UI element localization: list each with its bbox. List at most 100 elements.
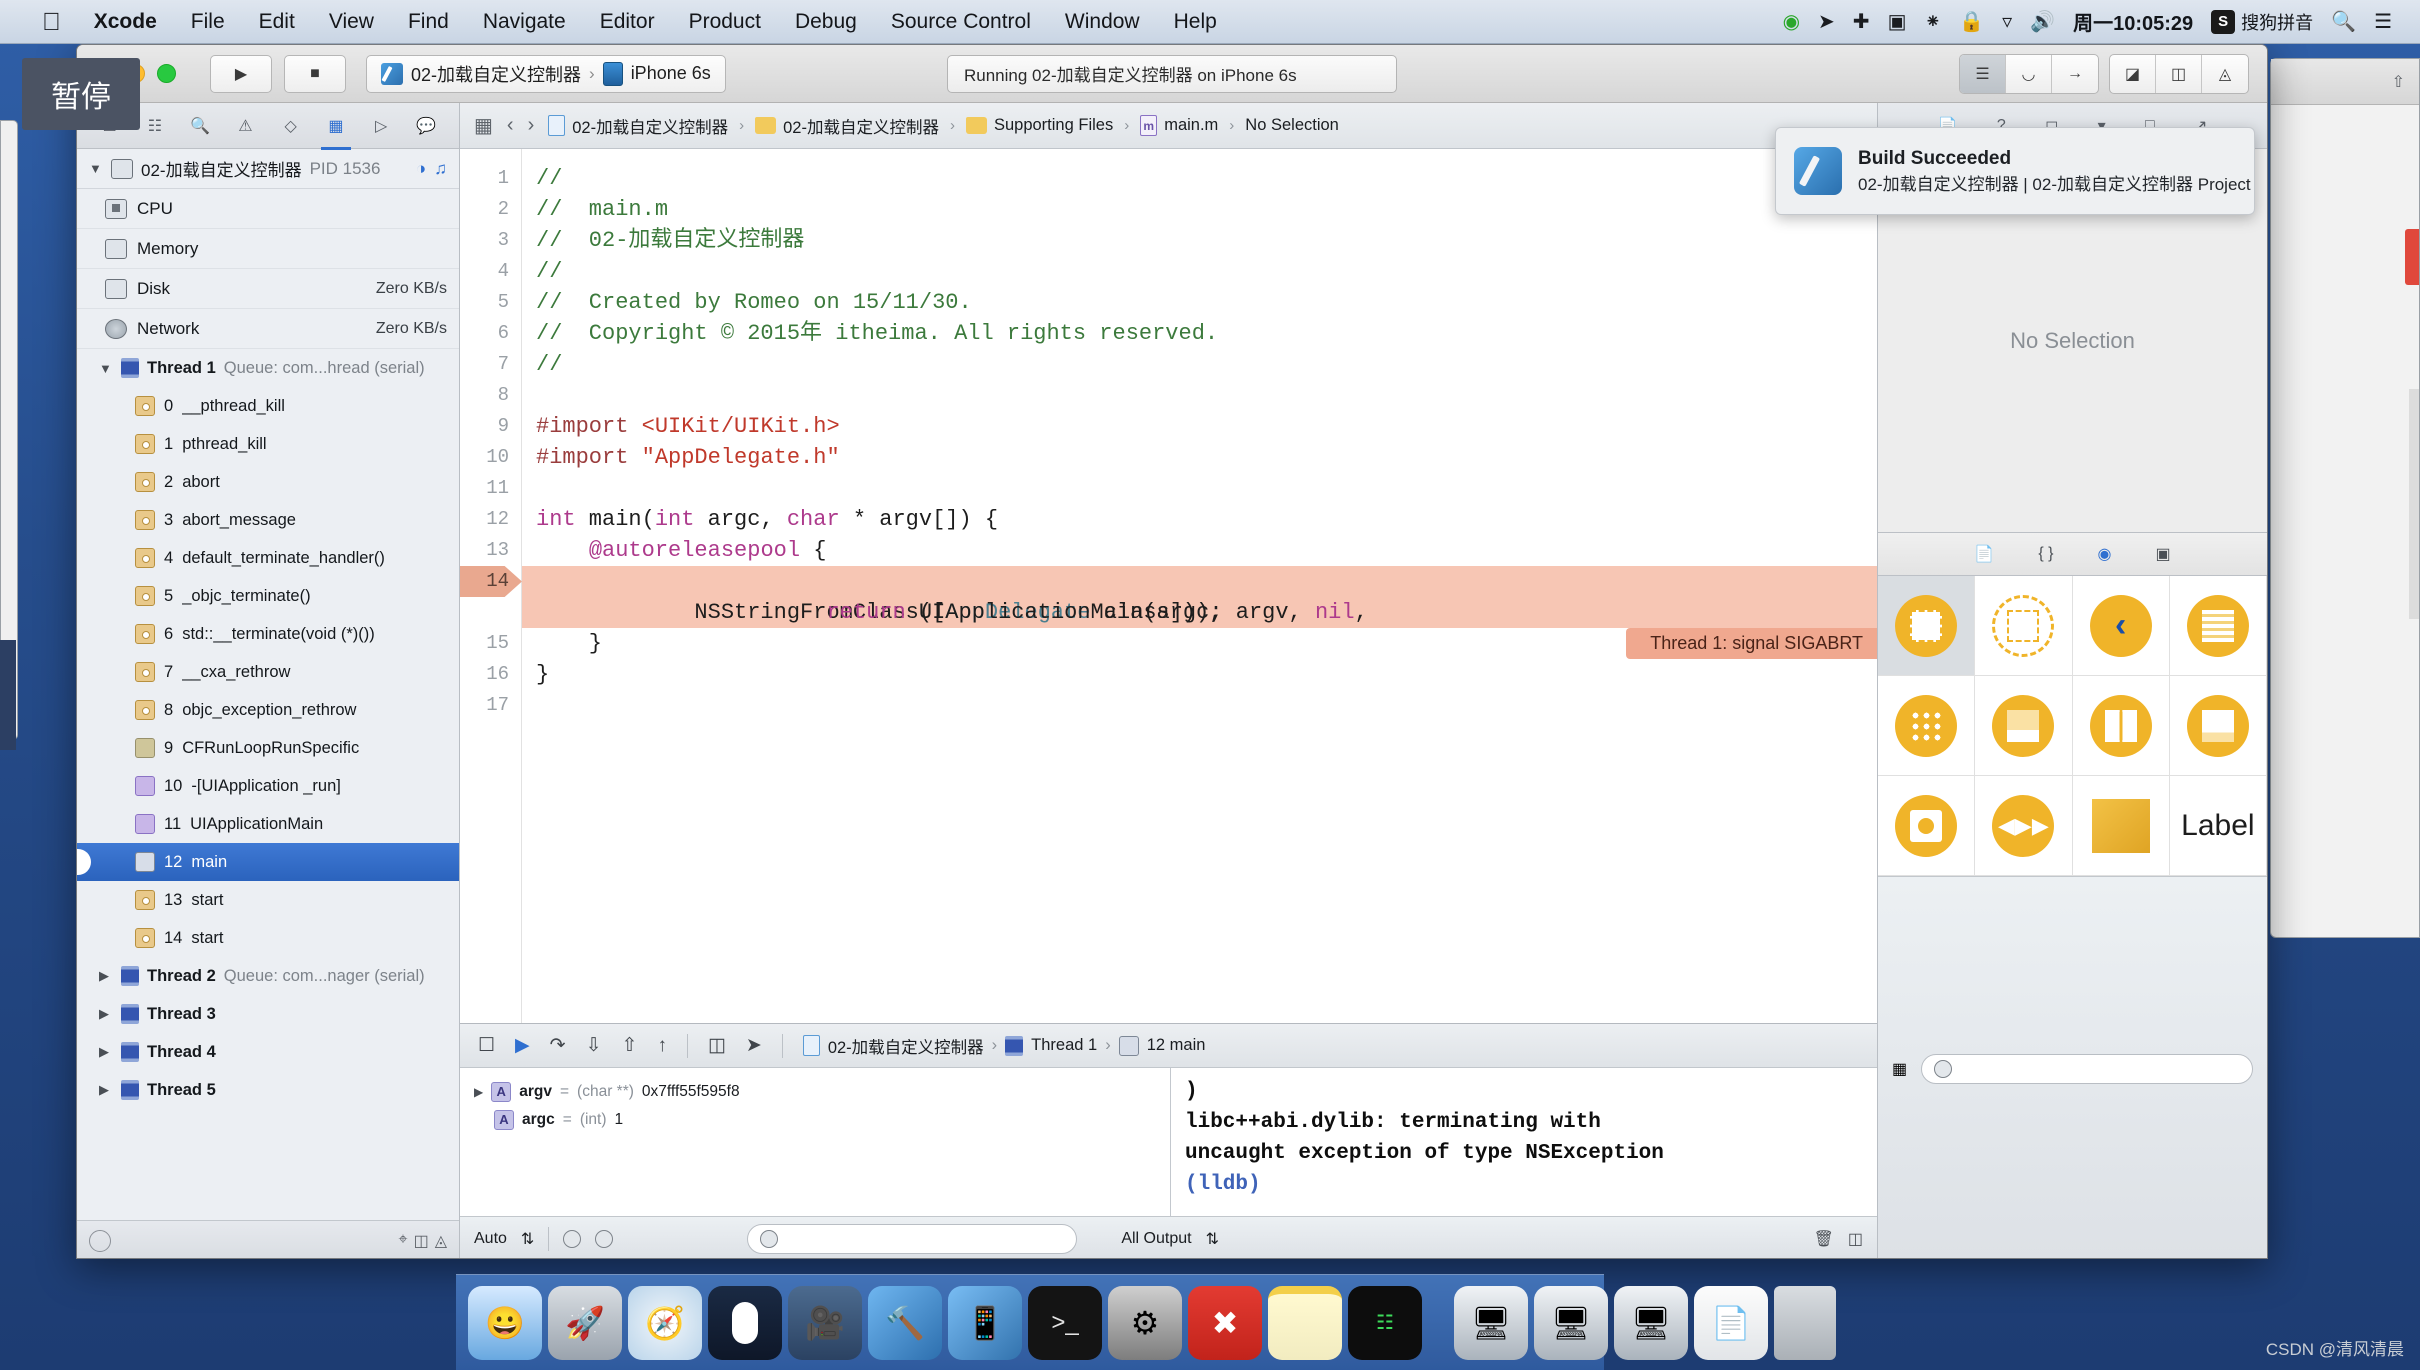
- console-output-chevron-icon[interactable]: ⇅: [1206, 1229, 1219, 1249]
- breadcrumb-group[interactable]: 02-加载自定义控制器: [783, 114, 939, 138]
- menu-item-window[interactable]: Window: [1048, 0, 1157, 44]
- code-text[interactable]: // // main.m // 02-加载自定义控制器 // // Create…: [522, 149, 1877, 1023]
- stack-frame-12-selected[interactable]: 12 main: [77, 843, 459, 881]
- search-icon[interactable]: 🔍: [2331, 0, 2356, 44]
- debug-toggle-icon[interactable]: ◫: [2156, 54, 2202, 93]
- library-item-glkit-view-controller[interactable]: [1878, 776, 1976, 876]
- dock-item-launchpad[interactable]: 🚀: [548, 1285, 622, 1360]
- menu-item-xcode[interactable]: Xcode: [77, 0, 174, 44]
- breadcrumb-file[interactable]: main.m: [1164, 116, 1218, 135]
- step-into-icon[interactable]: ⇩: [586, 1034, 602, 1057]
- thread3-disclosure-icon[interactable]: ▶: [99, 1006, 113, 1022]
- dock-item-quicktime[interactable]: 🎥: [788, 1285, 862, 1360]
- location-icon[interactable]: ➤: [1818, 0, 1835, 44]
- record-icon[interactable]: ◉: [1783, 0, 1800, 44]
- code-editor[interactable]: 1 2 3 4 5 6 7 8 9 10 11 12 13 14 15 16 1…: [460, 149, 1877, 1023]
- stack-frame-13[interactable]: 13 start: [77, 881, 459, 919]
- menu-item-view[interactable]: View: [312, 0, 391, 44]
- dock-item-xmind[interactable]: ✖: [1188, 1285, 1262, 1360]
- menu-item-help[interactable]: Help: [1157, 0, 1234, 44]
- line-number-breakpoint[interactable]: 14: [460, 566, 522, 597]
- library-item-avkit-player-controller[interactable]: ◀▶▶: [1975, 776, 2073, 876]
- gauge-row-memory[interactable]: Memory: [77, 229, 459, 269]
- object-library-icon[interactable]: ◉: [2097, 544, 2111, 564]
- dock-item-simulator[interactable]: 📱: [948, 1285, 1022, 1360]
- library-item-collection-view-controller[interactable]: [1878, 676, 1976, 776]
- airplay-icon[interactable]: ✚: [1853, 0, 1870, 44]
- scheme-selector[interactable]: 02-加载自定义控制器 › iPhone 6s: [366, 54, 726, 93]
- bluetooth-icon[interactable]: ⁕: [1924, 0, 1941, 44]
- dock-item-sogou-input[interactable]: [708, 1285, 782, 1360]
- library-item-object[interactable]: [2072, 776, 2170, 876]
- continue-icon[interactable]: ▶: [515, 1034, 530, 1057]
- menu-item-editor[interactable]: Editor: [583, 0, 672, 44]
- variable-row-argc[interactable]: A argc = (int) 1: [460, 1106, 1170, 1134]
- hide-debug-icon[interactable]: ☐: [478, 1034, 495, 1057]
- clear-console-icon[interactable]: 🗑: [1814, 1229, 1834, 1249]
- library-item-view[interactable]: [1878, 576, 1976, 676]
- navigator-view-icon-2[interactable]: ◫: [414, 1231, 429, 1251]
- build-notification[interactable]: Build Succeeded 02-加载自定义控制器 | 02-加载自定义控制…: [1775, 127, 2255, 215]
- thread-row-2[interactable]: ▶ Thread 2 Queue: com...nager (serial): [77, 957, 459, 995]
- thread-row-5[interactable]: ▶ Thread 5: [77, 1071, 459, 1109]
- thread-row-1[interactable]: ▼ Thread 1 Queue: com...hread (serial): [77, 349, 459, 387]
- step-over-icon[interactable]: ↷: [550, 1034, 566, 1057]
- step-out-of-icon[interactable]: ↑: [657, 1035, 667, 1057]
- lock-icon[interactable]: 🔒: [1959, 0, 1984, 44]
- menu-item-product[interactable]: Product: [672, 0, 778, 44]
- thread5-disclosure-icon[interactable]: ▶: [99, 1082, 113, 1098]
- split-panes-icon[interactable]: ◫: [1848, 1229, 1863, 1249]
- console-output-label[interactable]: All Output: [1121, 1230, 1191, 1248]
- stack-frame-8[interactable]: 8 objc_exception_rethrow: [77, 691, 459, 729]
- gauge-row-disk[interactable]: Disk Zero KB/s: [77, 269, 459, 309]
- menu-item-file[interactable]: File: [174, 0, 242, 44]
- debug-crumb-thread[interactable]: Thread 1: [1031, 1036, 1097, 1055]
- breadcrumb-project[interactable]: 02-加载自定义控制器: [572, 114, 728, 138]
- find-navigator-icon[interactable]: 🔍: [183, 109, 217, 143]
- clock[interactable]: 周一10:05:29: [2073, 7, 2193, 36]
- console-output[interactable]: ) libc++abi.dylib: terminating with unca…: [1171, 1068, 1877, 1216]
- menu-item-edit[interactable]: Edit: [242, 0, 312, 44]
- debug-crumb-process[interactable]: 02-加载自定义控制器: [828, 1034, 984, 1058]
- issue-navigator-icon[interactable]: ⚠: [228, 109, 262, 143]
- editor-version-icon[interactable]: →: [2052, 55, 2098, 93]
- process-audio-icon[interactable]: ♫: [434, 159, 447, 179]
- dock-minimized-window-2[interactable]: 🖥: [1534, 1285, 1608, 1360]
- stack-frame-5[interactable]: 5 _objc_terminate(): [77, 577, 459, 615]
- dock-item-xcode[interactable]: 🔨: [868, 1285, 942, 1360]
- thread-row-3[interactable]: ▶ Thread 3: [77, 995, 459, 1033]
- breakpoint-navigator-icon[interactable]: ▷: [364, 109, 398, 143]
- menu-item-find[interactable]: Find: [391, 0, 466, 44]
- library-item-tab-bar-controller[interactable]: [1975, 676, 2073, 776]
- thread-row-4[interactable]: ▶ Thread 4: [77, 1033, 459, 1071]
- library-item-view-controller[interactable]: [1975, 576, 2073, 676]
- navigator-view-icon-1[interactable]: ⌖: [399, 1231, 408, 1251]
- dock-minimized-document[interactable]: 📄: [1694, 1285, 1768, 1360]
- test-navigator-icon[interactable]: ◇: [274, 109, 308, 143]
- stack-frame-4[interactable]: 4 default_terminate_handler(): [77, 539, 459, 577]
- dock-item-secure-crt[interactable]: ☷: [1348, 1285, 1422, 1360]
- navigator-filter-icon[interactable]: [89, 1229, 111, 1252]
- variables-scope-label[interactable]: Auto: [474, 1230, 507, 1248]
- wifi-icon[interactable]: ▿: [2002, 0, 2012, 44]
- dock-item-system-preferences[interactable]: ⚙: [1108, 1285, 1182, 1360]
- stack-frame-6[interactable]: 6 std::__terminate(void (*)()): [77, 615, 459, 653]
- library-view-mode-icon[interactable]: ▦: [1892, 1059, 1907, 1079]
- step-out-icon[interactable]: ⇧: [622, 1034, 638, 1057]
- media-library-icon[interactable]: ▣: [2155, 544, 2170, 564]
- navigator-toggle-icon[interactable]: ◪: [2110, 54, 2156, 93]
- stack-frame-2[interactable]: 2 abort: [77, 463, 459, 501]
- stack-frame-1[interactable]: 1 pthread_kill: [77, 425, 459, 463]
- dock-item-terminal[interactable]: >_: [1028, 1285, 1102, 1360]
- file-template-library-icon[interactable]: 📄: [1974, 544, 1994, 564]
- stack-frame-9[interactable]: 9 CFRunLoopRunSpecific: [77, 729, 459, 767]
- variable-row-argv[interactable]: ▶ A argv = (char **) 0x7fff55f595f8: [460, 1078, 1170, 1106]
- variables-info-icon[interactable]: [595, 1229, 614, 1248]
- dock-item-finder[interactable]: 😀: [468, 1285, 542, 1360]
- thread2-disclosure-icon[interactable]: ▶: [99, 968, 113, 984]
- gauge-row-cpu[interactable]: CPU: [77, 189, 459, 229]
- code-snippet-library-icon[interactable]: { }: [2038, 545, 2053, 563]
- dock-item-notes[interactable]: [1268, 1285, 1342, 1360]
- debug-view-hierarchy-icon[interactable]: ◫: [708, 1034, 726, 1057]
- input-method-indicator[interactable]: S 搜狗拼音: [2211, 9, 2313, 35]
